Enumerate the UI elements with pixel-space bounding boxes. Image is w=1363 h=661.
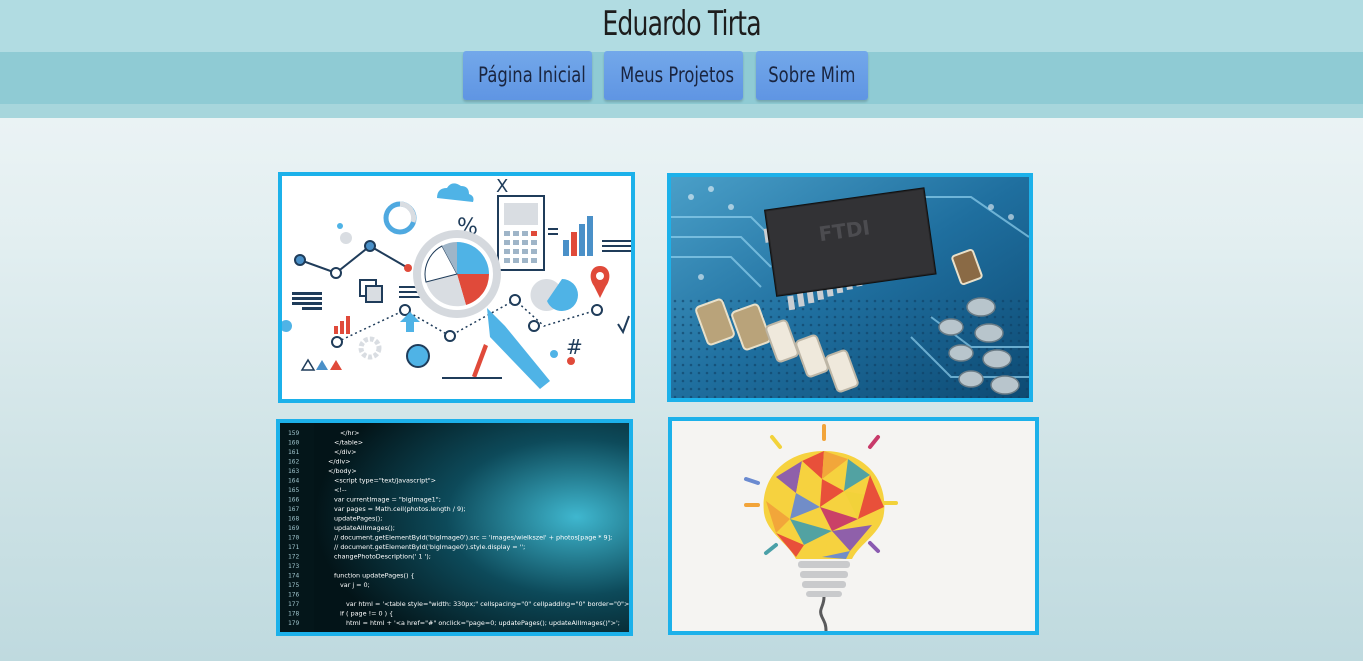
- code-line-text: changePhotoDescription(' 1 ');: [334, 553, 431, 561]
- nav-button-home[interactable]: Página Inicial: [463, 51, 592, 100]
- code-line-text: if ( page != 0 ) {: [340, 610, 393, 618]
- nav-button-projects-label: Meus Projetos: [620, 63, 734, 87]
- code-line-number: 175: [288, 582, 299, 589]
- code-line-text: </div>: [328, 458, 350, 466]
- code-line-number: 168: [288, 516, 299, 523]
- code-line-number: 172: [288, 554, 299, 561]
- code-line-number: 167: [288, 506, 299, 513]
- code-line-text: <script type="text/javascript">: [334, 477, 436, 485]
- code-line-number: 166: [288, 497, 299, 504]
- code-line-number: 173: [288, 563, 299, 570]
- code-line-number: 176: [288, 592, 299, 599]
- gallery-card-data-analysis[interactable]: % X #: [278, 172, 635, 403]
- gallery-card-circuit-board[interactable]: FTDI: [667, 173, 1033, 402]
- code-line-number: 161: [288, 449, 299, 456]
- code-line-text: // document.getElementById('bigImage0').…: [334, 534, 612, 542]
- code-line-text: var currentImage = "bigImage1";: [334, 496, 441, 504]
- nav-bottom-band: [0, 104, 1363, 118]
- hash-symbol-text: #: [566, 335, 583, 359]
- code-line-number: 164: [288, 478, 299, 485]
- code-line-number: 163: [288, 468, 299, 475]
- code-line-number: 160: [288, 440, 299, 447]
- code-line-text: html = html + '<a href="#" onclick="page…: [346, 619, 620, 627]
- code-line-text: </body>: [328, 467, 357, 475]
- code-line-number: 162: [288, 459, 299, 466]
- nav-button-home-label: Página Inicial: [478, 63, 586, 87]
- code-line-text: // document.getElementById('bigImage0').…: [334, 543, 525, 551]
- code-line-text: function updatePages() {: [334, 572, 415, 580]
- code-line-number: 177: [288, 601, 299, 608]
- nav-button-about[interactable]: Sobre Mim: [756, 51, 868, 100]
- code-line-text: updatePages();: [334, 515, 382, 523]
- code-line-number: 178: [288, 611, 299, 618]
- circuit-board-photo: FTDI: [671, 177, 1029, 398]
- x-symbol-text: X: [496, 176, 508, 197]
- source-code-screen: 159 </hr> 160 </table> 161 </div> 162 </div> 163…: [280, 423, 629, 632]
- nav-button-about-label: Sobre Mim: [768, 63, 856, 87]
- site-title: Eduardo Tirta: [602, 4, 761, 44]
- nav-button-projects[interactable]: Meus Projetos: [604, 51, 743, 100]
- code-line-number: 169: [288, 525, 299, 532]
- data-analysis-illustration: % X #: [282, 176, 631, 399]
- code-line-text: </div>: [334, 448, 356, 456]
- code-line-number: 171: [288, 544, 299, 551]
- gallery-card-source-code[interactable]: 159 </hr> 160 </table> 161 </div> 162 </div> 163…: [276, 419, 633, 636]
- code-line-number: 179: [288, 620, 299, 627]
- gallery-card-light-bulb[interactable]: [668, 417, 1039, 635]
- code-line-number: 170: [288, 535, 299, 542]
- code-line-text: </hr>: [340, 429, 360, 437]
- code-line-text: var j = 0;: [340, 581, 370, 589]
- code-line-number: 165: [288, 487, 299, 494]
- code-line-text: <!--: [334, 486, 347, 494]
- code-line-text: updateAllImages();: [334, 524, 395, 532]
- code-line-number: 174: [288, 573, 299, 580]
- code-line-number: 159: [288, 430, 299, 437]
- site-header: Eduardo Tirta: [0, 0, 1363, 52]
- code-line-text: </table>: [334, 439, 363, 447]
- light-bulb-illustration: [672, 421, 1035, 631]
- code-line-text: var html = '<table style="width: 330px;"…: [346, 600, 629, 608]
- code-line-text: var pages = Math.ceil(photos.length / 9)…: [334, 505, 466, 513]
